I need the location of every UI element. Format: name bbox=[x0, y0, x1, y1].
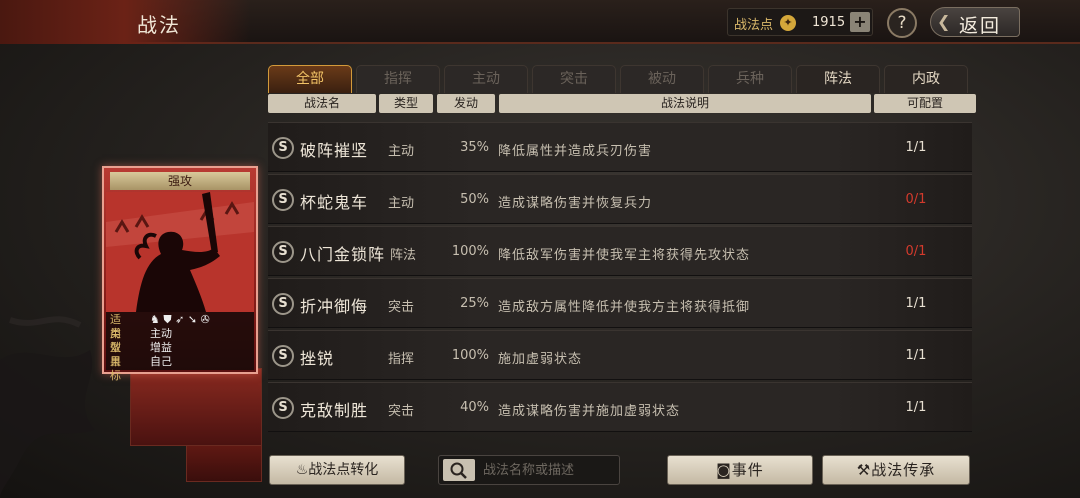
page-title: 战法 bbox=[137, 13, 181, 37]
grade-s-badge: S bbox=[272, 241, 294, 263]
inherit-tactic-button[interactable]: ⚒战法传承 bbox=[822, 455, 970, 485]
inherit-tactic-label: 战法传承 bbox=[871, 461, 936, 479]
tactic-rate: 40% bbox=[460, 400, 489, 415]
column-header-type[interactable]: 类型 bbox=[379, 94, 433, 113]
tactic-type: 阵法 bbox=[390, 248, 417, 263]
tactic-name: 破阵摧坚 bbox=[300, 141, 369, 160]
tactic-configurable: 1/1 bbox=[905, 296, 927, 311]
tab-active[interactable]: 主动 bbox=[444, 65, 528, 93]
tab-all[interactable]: 全部 bbox=[268, 65, 352, 93]
tactic-description: 造成谋略伤害并施加虚弱状态 bbox=[498, 404, 681, 419]
tab-passive[interactable]: 被动 bbox=[620, 65, 704, 93]
tactic-rate: 25% bbox=[460, 296, 489, 311]
tactic-type: 指挥 bbox=[388, 352, 415, 367]
grade-s-badge: S bbox=[272, 189, 294, 211]
tactic-type: 突击 bbox=[388, 300, 415, 315]
tactic-row[interactable]: S 杯蛇鬼车 主动 50% 造成谋略伤害并恢复兵力 0/1 bbox=[268, 174, 972, 224]
convert-points-button[interactable]: ♨战法点转化 bbox=[269, 455, 405, 485]
card-info-value: 主动 bbox=[150, 327, 172, 340]
column-header-rate[interactable]: 发动 bbox=[437, 94, 495, 113]
tactic-name: 八门金锁阵 bbox=[300, 245, 386, 264]
stacked-card-back bbox=[130, 368, 262, 446]
card-title: 强攻 bbox=[110, 172, 250, 190]
tactic-rate: 100% bbox=[451, 348, 489, 363]
tactic-name: 克敌制胜 bbox=[300, 401, 369, 420]
tactic-configurable: 1/1 bbox=[905, 348, 927, 363]
tactic-points-label: 战法点 bbox=[734, 18, 774, 33]
back-button[interactable]: ❮ 返回 bbox=[930, 7, 1020, 37]
back-button-label: 返回 bbox=[959, 15, 1002, 37]
cavalry-icon: ♞ bbox=[150, 313, 160, 326]
tactic-description: 造成谋略伤害并恢复兵力 bbox=[498, 196, 653, 211]
tab-troop[interactable]: 兵种 bbox=[708, 65, 792, 93]
tactic-rate: 50% bbox=[460, 192, 489, 207]
tab-internal-affairs[interactable]: 内政 bbox=[884, 65, 968, 93]
tactic-description: 降低敌军伤害并使我军主将获得先攻状态 bbox=[498, 248, 751, 263]
search-box[interactable] bbox=[438, 455, 620, 485]
back-arrow-icon: ❮ bbox=[937, 12, 951, 31]
search-button[interactable] bbox=[443, 459, 475, 481]
spear-icon: ➘ bbox=[187, 313, 198, 326]
tactic-row[interactable]: S 八门金锁阵 阵法 100% 降低敌军伤害并使我军主将获得先攻状态 0/1 bbox=[268, 226, 972, 276]
tactic-name: 杯蛇鬼车 bbox=[300, 193, 369, 212]
wheel-icon: ✇ bbox=[200, 313, 210, 326]
column-header-name[interactable]: 战法名 bbox=[268, 94, 376, 113]
tab-command[interactable]: 指挥 bbox=[356, 65, 440, 93]
tactic-rate: 100% bbox=[451, 244, 489, 259]
search-icon bbox=[450, 462, 467, 479]
event-icon: ◙ bbox=[716, 461, 732, 479]
tactic-row[interactable]: S 挫锐 指挥 100% 施加虚弱状态 1/1 bbox=[268, 330, 972, 380]
grade-s-badge: S bbox=[272, 137, 294, 159]
warrior-silhouette-icon bbox=[106, 192, 254, 312]
title-plate bbox=[0, 0, 250, 44]
search-input[interactable] bbox=[483, 460, 613, 480]
event-label: 事件 bbox=[731, 461, 764, 479]
hammer-icon: ⚒ bbox=[856, 461, 872, 479]
card-info-value: 自己 bbox=[150, 355, 172, 368]
tactic-configurable: 1/1 bbox=[905, 140, 927, 155]
flame-icon: ♨ bbox=[295, 462, 309, 478]
bow-icon: ➶ bbox=[175, 313, 185, 326]
tab-assault[interactable]: 突击 bbox=[532, 65, 616, 93]
tactic-row[interactable]: S 折冲御侮 突击 25% 造成敌方属性降低并使我方主将获得抵御 1/1 bbox=[268, 278, 972, 328]
tactic-rate: 35% bbox=[460, 140, 489, 155]
add-points-button[interactable]: + bbox=[850, 12, 870, 32]
event-button[interactable]: ◙事件 bbox=[667, 455, 813, 485]
tactic-points-value: 1915 bbox=[812, 15, 846, 30]
tab-formation[interactable]: 阵法 bbox=[796, 65, 880, 93]
tactic-description: 施加虚弱状态 bbox=[498, 352, 583, 367]
tactic-type: 主动 bbox=[388, 196, 415, 211]
card-info-value: 增益 bbox=[150, 341, 172, 354]
convert-points-label: 战法点转化 bbox=[308, 462, 379, 478]
tactic-type: 突击 bbox=[388, 404, 415, 419]
grade-s-badge: S bbox=[272, 397, 294, 419]
tactic-configurable: 1/1 bbox=[905, 400, 927, 415]
tactic-row[interactable]: S 破阵摧坚 主动 35% 降低属性并造成兵刃伤害 1/1 bbox=[268, 122, 972, 172]
grade-s-badge: S bbox=[272, 345, 294, 367]
tactic-detail-card[interactable]: 强攻 适用 ♞ ⛊ ➶ ➘ ✇ 类型 主动 效果 增益 目标 自己 bbox=[102, 166, 258, 382]
tactic-type: 主动 bbox=[388, 144, 415, 159]
card-info-panel: 适用 ♞ ⛊ ➶ ➘ ✇ 类型 主动 效果 增益 目标 自己 bbox=[106, 312, 254, 382]
tactic-description: 降低属性并造成兵刃伤害 bbox=[498, 144, 653, 159]
category-tabs: 全部 指挥 主动 突击 被动 兵种 阵法 内政 bbox=[268, 65, 968, 93]
tactic-point-coin-icon: ✦ bbox=[780, 15, 796, 31]
tactic-row[interactable]: S 克敌制胜 突击 40% 造成谋略伤害并施加虚弱状态 1/1 bbox=[268, 382, 972, 432]
help-button[interactable]: ? bbox=[887, 8, 917, 38]
top-bar: 战法 战法点 ✦ 1915 + ? ❮ 返回 bbox=[0, 0, 1080, 44]
grade-s-badge: S bbox=[272, 293, 294, 315]
tactic-configurable: 0/1 bbox=[905, 192, 927, 207]
applicable-troops-icons: ♞ ⛊ ➶ ➘ ✇ bbox=[150, 313, 210, 327]
tactic-description: 造成敌方属性降低并使我方主将获得抵御 bbox=[498, 300, 751, 315]
shield-icon: ⛊ bbox=[163, 313, 172, 326]
column-header-description: 战法说明 bbox=[499, 94, 871, 113]
tactic-name: 挫锐 bbox=[300, 349, 335, 368]
tactic-name: 折冲御侮 bbox=[300, 297, 369, 316]
tactic-configurable: 0/1 bbox=[905, 244, 927, 259]
column-header-configurable[interactable]: 可配置 bbox=[874, 94, 976, 113]
card-info-key: 目标 bbox=[110, 355, 121, 382]
